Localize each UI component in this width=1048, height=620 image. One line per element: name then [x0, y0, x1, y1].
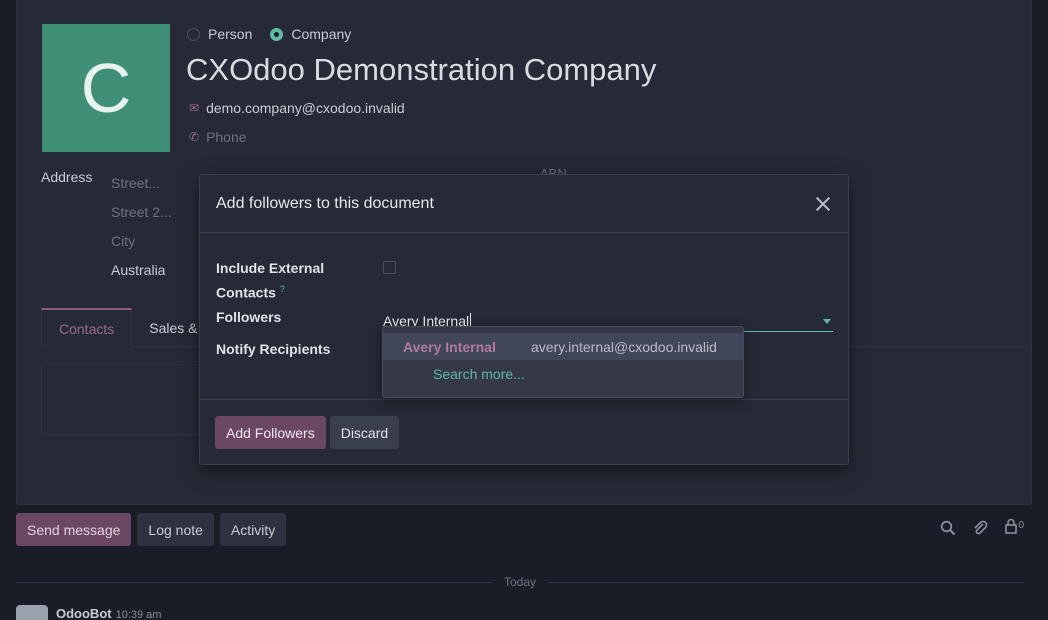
dialog-header: Add followers to this document [200, 175, 848, 233]
address-label: Address [41, 169, 93, 185]
dialog-footer: Add Followers Discard [200, 399, 848, 465]
autocomplete-option[interactable]: Avery Internal avery.internal@cxodoo.inv… [383, 333, 743, 360]
phone-row: ✆ Phone [189, 129, 247, 145]
person-radio[interactable] [187, 27, 200, 41]
contact-avatar[interactable]: C [42, 24, 170, 152]
message-author: OdooBot 10:39 am [56, 606, 162, 620]
followers-lock-icon[interactable]: 0 [1004, 518, 1024, 538]
avatar-letter: C [80, 49, 132, 127]
log-note-button[interactable]: Log note [137, 513, 214, 546]
company-radio[interactable] [270, 27, 284, 41]
add-followers-dialog: Add followers to this document Include E… [199, 174, 849, 465]
street-field[interactable]: Street... [111, 169, 172, 198]
close-icon[interactable] [814, 195, 832, 213]
address-fields: Street... Street 2... City Australia [111, 169, 172, 285]
company-name-field[interactable]: CXOdoo Demonstration Company [186, 52, 656, 88]
notify-recipients-label: Notify Recipients [216, 341, 331, 357]
phone-field[interactable]: Phone [206, 129, 246, 145]
option-name: Avery Internal [403, 338, 496, 355]
message-time: 10:39 am [115, 609, 162, 620]
odoobot-avatar [16, 605, 48, 620]
company-radio-label[interactable]: Company [291, 26, 351, 42]
followers-count: 0 [1018, 520, 1024, 531]
email-field[interactable]: demo.company@cxodoo.invalid [206, 100, 405, 116]
phone-icon: ✆ [189, 130, 200, 144]
search-icon[interactable] [940, 520, 956, 536]
search-more-label: Search more... [433, 365, 525, 382]
today-label: Today [503, 575, 537, 589]
tab-contacts[interactable]: Contacts [41, 308, 133, 347]
email-row: ✉ demo.company@cxodoo.invalid [189, 100, 405, 116]
send-message-button[interactable]: Send message [16, 513, 132, 546]
help-tooltip-icon[interactable]: ? [280, 284, 285, 294]
country-field[interactable]: Australia [111, 256, 172, 285]
company-type-radio-group: Person Company [187, 26, 361, 42]
include-external-checkbox[interactable] [383, 261, 396, 274]
notebook-tabs: Contacts Sales & [41, 308, 215, 347]
person-radio-label[interactable]: Person [208, 26, 252, 42]
activity-button[interactable]: Activity [219, 513, 287, 546]
followers-autocomplete-dropdown: Avery Internal avery.internal@cxodoo.inv… [382, 326, 744, 398]
street2-field[interactable]: Street 2... [111, 198, 172, 227]
dialog-title: Add followers to this document [216, 194, 434, 212]
city-field[interactable]: City [111, 227, 172, 256]
include-external-label: Include External Contacts ? [216, 260, 325, 301]
chevron-down-icon[interactable] [823, 319, 831, 324]
search-more-option[interactable]: Search more... [383, 360, 743, 387]
discard-button[interactable]: Discard [329, 416, 400, 449]
date-separator: Today [16, 575, 1024, 589]
envelope-icon: ✉ [189, 101, 200, 115]
followers-label: Followers [216, 309, 282, 325]
contacts-tab-content [41, 364, 201, 435]
add-followers-button[interactable]: Add Followers [215, 416, 326, 449]
paperclip-icon[interactable] [972, 520, 988, 536]
chatter-icons: 0 [940, 518, 1024, 538]
chatter-buttons: Send message Log note Activity [16, 513, 287, 546]
option-email: avery.internal@cxodoo.invalid [531, 338, 717, 355]
